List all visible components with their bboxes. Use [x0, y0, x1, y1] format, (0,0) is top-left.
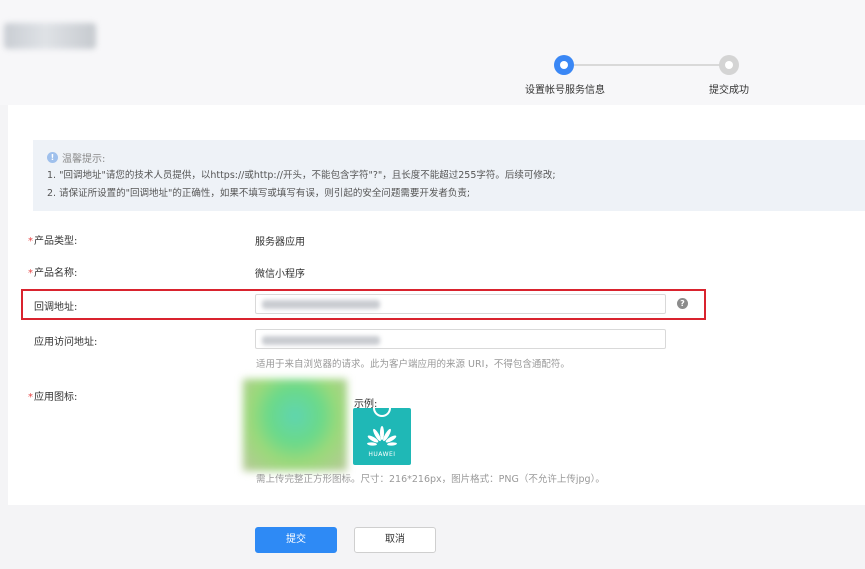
notice-title: 温馨提示:: [62, 154, 106, 165]
step-2-label: 提交成功: [709, 85, 749, 96]
access-url-hint: 适用于来自浏览器的请求。此为客户端应用的来源 URI，不得包含通配符。: [256, 359, 570, 370]
highlight-frame: [21, 289, 706, 320]
bag-handle-shape: [373, 407, 391, 417]
step-2-indicator: [719, 55, 739, 75]
access-url-input[interactable]: [255, 329, 666, 349]
notice-line-1: 1. "回调地址"请您的技术人员提供，以https://或http://开头，不…: [47, 170, 556, 181]
app-icon-hint: 需上传完整正方形图标。尺寸：216*216px，图片格式：PNG（不允许上传jp…: [256, 474, 605, 485]
product-name-value: 微信小程序: [255, 269, 305, 280]
required-mark: *: [28, 236, 33, 247]
huawei-logo-icon: [367, 426, 397, 446]
product-type-label: *产品类型:: [28, 236, 78, 247]
redacted-value: [262, 336, 380, 345]
notice-box: ! 温馨提示: 1. "回调地址"请您的技术人员提供，以https://或htt…: [33, 140, 865, 211]
product-type-value: 服务器应用: [255, 237, 305, 248]
access-url-label: 应用访问地址:: [34, 337, 98, 348]
cancel-button[interactable]: 取消: [354, 527, 436, 553]
step-1-label: 设置帐号服务信息: [525, 85, 605, 96]
notice-line-2: 2. 请保证所设置的"回调地址"的正确性，如果不填写或填写有误，则引起的安全问题…: [47, 188, 471, 199]
stepper-connector: [574, 64, 720, 66]
example-icon: HUAWEI: [353, 407, 411, 465]
required-mark: *: [28, 268, 33, 279]
uploaded-app-icon[interactable]: [243, 379, 347, 471]
required-mark: *: [28, 392, 33, 403]
redacted-title: [4, 23, 96, 49]
brand-text: HUAWEI: [368, 451, 396, 458]
step-1-indicator: [554, 55, 574, 75]
app-icon-label: *应用图标:: [28, 392, 78, 403]
product-name-label: *产品名称:: [28, 268, 78, 279]
info-icon: !: [47, 152, 58, 163]
submit-button[interactable]: 提交: [255, 527, 337, 553]
